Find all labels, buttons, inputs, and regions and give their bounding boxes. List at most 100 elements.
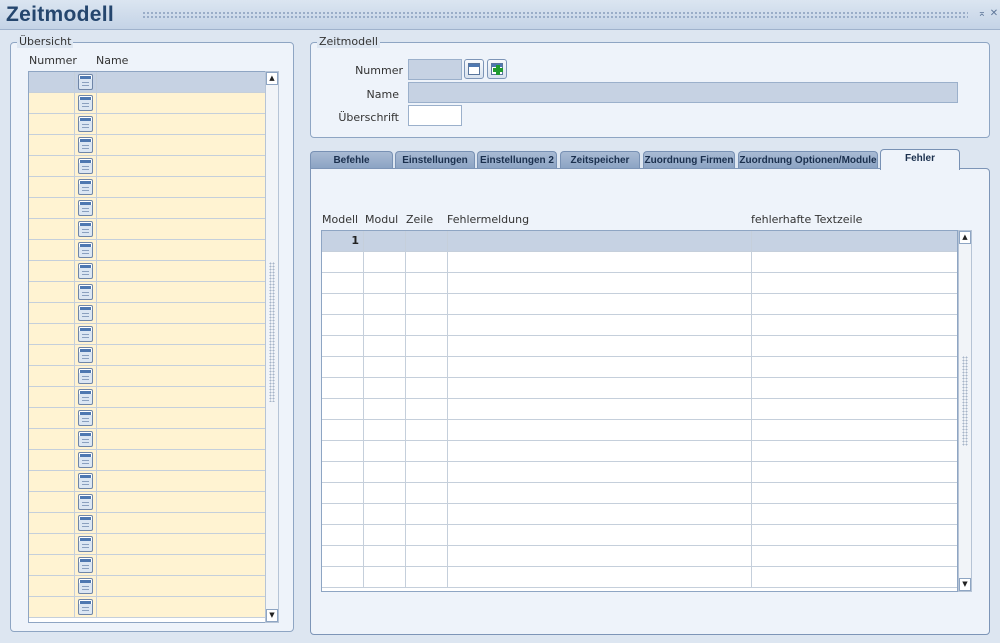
cell-icon[interactable] [75, 324, 97, 344]
cell-fehlermeldung[interactable] [448, 462, 752, 482]
document-icon[interactable] [78, 263, 93, 279]
scroll-down-icon[interactable]: ▼ [959, 578, 971, 591]
cell-fehlermeldung[interactable] [448, 546, 752, 566]
cell-modul[interactable] [364, 441, 406, 461]
cell-icon[interactable] [75, 492, 97, 512]
table-row[interactable] [322, 399, 957, 420]
cell-icon[interactable] [75, 513, 97, 533]
cell-zeile[interactable] [406, 231, 448, 251]
document-icon[interactable] [78, 347, 93, 363]
cell-name[interactable] [97, 114, 275, 134]
cell-name[interactable] [97, 93, 275, 113]
cell-nummer[interactable] [29, 345, 75, 365]
cell-modell[interactable] [322, 420, 364, 440]
list-item[interactable] [29, 72, 275, 93]
cell-fehlermeldung[interactable] [448, 231, 752, 251]
list-item[interactable] [29, 261, 275, 282]
cell-nummer[interactable] [29, 492, 75, 512]
document-icon[interactable] [78, 221, 93, 237]
cell-icon[interactable] [75, 261, 97, 281]
document-icon[interactable] [78, 200, 93, 216]
cell-nummer[interactable] [29, 555, 75, 575]
cell-icon[interactable] [75, 450, 97, 470]
cell-fehlermeldung[interactable] [448, 252, 752, 272]
cell-nummer[interactable] [29, 408, 75, 428]
close-icon[interactable]: ✕ [989, 8, 999, 20]
cell-modul[interactable] [364, 420, 406, 440]
cell-zeile[interactable] [406, 567, 448, 587]
cell-icon[interactable] [75, 576, 97, 596]
cell-zeile[interactable] [406, 357, 448, 377]
cell-icon[interactable] [75, 429, 97, 449]
list-item[interactable] [29, 429, 275, 450]
cell-nummer[interactable] [29, 366, 75, 386]
cell-modul[interactable] [364, 294, 406, 314]
list-item[interactable] [29, 198, 275, 219]
cell-textzeile[interactable] [752, 483, 957, 503]
cell-nummer[interactable] [29, 240, 75, 260]
document-icon[interactable] [78, 431, 93, 447]
table-row[interactable] [322, 525, 957, 546]
ueberschrift-field[interactable] [408, 105, 462, 126]
cell-modul[interactable] [364, 567, 406, 587]
cell-textzeile[interactable] [752, 294, 957, 314]
cell-modell[interactable] [322, 273, 364, 293]
list-item[interactable] [29, 135, 275, 156]
cell-zeile[interactable] [406, 483, 448, 503]
cell-fehlermeldung[interactable] [448, 399, 752, 419]
cell-modul[interactable] [364, 504, 406, 524]
cell-name[interactable] [97, 240, 275, 260]
list-item[interactable] [29, 324, 275, 345]
cell-nummer[interactable] [29, 597, 75, 617]
cell-nummer[interactable] [29, 303, 75, 323]
cell-name[interactable] [97, 177, 275, 197]
cell-icon[interactable] [75, 408, 97, 428]
cell-textzeile[interactable] [752, 399, 957, 419]
cell-modul[interactable] [364, 546, 406, 566]
cell-textzeile[interactable] [752, 546, 957, 566]
document-icon[interactable] [78, 158, 93, 174]
list-item[interactable] [29, 597, 275, 618]
document-icon[interactable] [78, 326, 93, 342]
document-icon[interactable] [78, 536, 93, 552]
cell-name[interactable] [97, 513, 275, 533]
list-item[interactable] [29, 156, 275, 177]
cell-icon[interactable] [75, 135, 97, 155]
scroll-up-icon[interactable]: ▲ [959, 231, 971, 244]
cell-name[interactable] [97, 303, 275, 323]
cell-name[interactable] [97, 345, 275, 365]
column-header-nummer[interactable]: Nummer [29, 54, 77, 67]
cell-textzeile[interactable] [752, 315, 957, 335]
table-row[interactable] [322, 378, 957, 399]
list-item[interactable] [29, 240, 275, 261]
cell-textzeile[interactable] [752, 567, 957, 587]
cell-fehlermeldung[interactable] [448, 336, 752, 356]
cell-name[interactable] [97, 156, 275, 176]
cell-nummer[interactable] [29, 387, 75, 407]
list-item[interactable] [29, 492, 275, 513]
cell-icon[interactable] [75, 303, 97, 323]
cell-textzeile[interactable] [752, 357, 957, 377]
table-row[interactable]: 1 [322, 231, 957, 252]
cell-fehlermeldung[interactable] [448, 483, 752, 503]
cell-zeile[interactable] [406, 441, 448, 461]
cell-modul[interactable] [364, 315, 406, 335]
cell-textzeile[interactable] [752, 252, 957, 272]
cell-fehlermeldung[interactable] [448, 441, 752, 461]
nummer-field[interactable] [408, 59, 462, 80]
table-row[interactable] [322, 336, 957, 357]
cell-modell[interactable] [322, 546, 364, 566]
cell-name[interactable] [97, 387, 275, 407]
table-row[interactable] [322, 504, 957, 525]
tab-zeitspeicher[interactable]: Zeitspeicher [560, 151, 640, 169]
cell-name[interactable] [97, 450, 275, 470]
table-row[interactable] [322, 441, 957, 462]
cell-nummer[interactable] [29, 261, 75, 281]
document-icon[interactable] [78, 368, 93, 384]
column-header-zeile[interactable]: Zeile [406, 213, 433, 226]
cell-zeile[interactable] [406, 378, 448, 398]
cell-fehlermeldung[interactable] [448, 273, 752, 293]
cell-nummer[interactable] [29, 114, 75, 134]
list-item[interactable] [29, 387, 275, 408]
cell-fehlermeldung[interactable] [448, 504, 752, 524]
